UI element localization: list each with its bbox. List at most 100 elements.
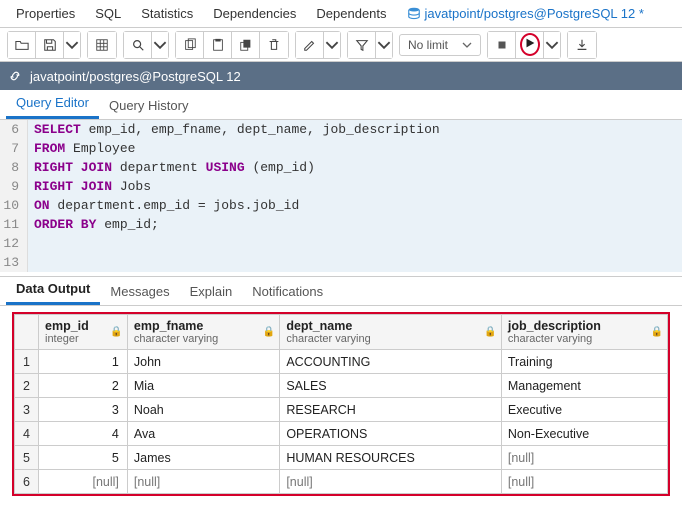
grid-button[interactable] (88, 32, 116, 58)
cell[interactable]: John (127, 350, 279, 374)
tab-dependencies[interactable]: Dependencies (203, 1, 306, 26)
column-header[interactable]: job_descriptioncharacter varying🔒 (501, 315, 667, 350)
table-row[interactable]: 22MiaSALESManagement (15, 374, 668, 398)
chevron-down-icon (153, 38, 167, 52)
row-number: 6 (15, 470, 39, 494)
code-line[interactable]: RIGHT JOIN department USING (emp_id) (28, 158, 315, 177)
cell[interactable]: [null] (39, 470, 128, 494)
duplicate-button[interactable] (232, 32, 260, 58)
save-dropdown[interactable] (64, 32, 80, 58)
duplicate-icon (239, 38, 253, 52)
cell[interactable]: 2 (39, 374, 128, 398)
tab-query-history[interactable]: Query History (99, 92, 198, 119)
copy-button[interactable] (176, 32, 204, 58)
cell[interactable]: Ava (127, 422, 279, 446)
line-number: 7 (0, 139, 28, 158)
cell[interactable]: Training (501, 350, 667, 374)
editor-tabs: Query Editor Query History (0, 90, 682, 120)
execute-dropdown[interactable] (544, 32, 560, 58)
cell[interactable]: [null] (127, 470, 279, 494)
row-number: 1 (15, 350, 39, 374)
tab-data-output[interactable]: Data Output (6, 275, 100, 305)
line-number: 6 (0, 120, 28, 139)
table-row[interactable]: 55JamesHUMAN RESOURCES[null] (15, 446, 668, 470)
result-table[interactable]: emp_idinteger🔒emp_fnamecharacter varying… (14, 314, 668, 494)
cell[interactable]: [null] (280, 470, 502, 494)
cell[interactable]: Non-Executive (501, 422, 667, 446)
save-icon (43, 38, 57, 52)
toolbar: No limit (0, 28, 682, 62)
folder-open-icon (15, 38, 29, 52)
cell[interactable]: [null] (501, 470, 667, 494)
column-header[interactable]: emp_idinteger🔒 (39, 315, 128, 350)
cell[interactable]: Executive (501, 398, 667, 422)
code-line[interactable]: ORDER BY emp_id; (28, 215, 159, 234)
tab-messages[interactable]: Messages (100, 278, 179, 305)
stop-button[interactable] (488, 32, 516, 58)
open-file-button[interactable] (8, 32, 36, 58)
filter-button[interactable] (348, 32, 376, 58)
table-row[interactable]: 6[null][null][null][null] (15, 470, 668, 494)
delete-button[interactable] (260, 32, 288, 58)
column-header[interactable]: dept_namecharacter varying🔒 (280, 315, 502, 350)
cell[interactable]: Management (501, 374, 667, 398)
stop-icon (495, 38, 509, 52)
execute-button[interactable] (516, 32, 544, 58)
connection-label: javatpoint/postgres@PostgreSQL 12 (30, 69, 241, 84)
table-row[interactable]: 44AvaOPERATIONSNon-Executive (15, 422, 668, 446)
tab-properties[interactable]: Properties (6, 1, 85, 26)
chevron-down-icon (545, 38, 559, 52)
cell[interactable]: OPERATIONS (280, 422, 502, 446)
cell[interactable]: Mia (127, 374, 279, 398)
line-number: 12 (0, 234, 28, 253)
edit-dropdown[interactable] (324, 32, 340, 58)
code-line[interactable]: ON department.emp_id = jobs.job_id (28, 196, 299, 215)
row-number-header (15, 315, 39, 350)
cell[interactable]: 3 (39, 398, 128, 422)
cell[interactable]: ACCOUNTING (280, 350, 502, 374)
code-line[interactable] (28, 253, 34, 272)
tab-dependents[interactable]: Dependents (306, 1, 396, 26)
edit-button[interactable] (296, 32, 324, 58)
cell[interactable]: 5 (39, 446, 128, 470)
chevron-down-icon (377, 38, 391, 52)
tab-sql[interactable]: SQL (85, 1, 131, 26)
play-icon (523, 36, 537, 50)
link-icon (8, 69, 22, 83)
code-line[interactable] (28, 234, 34, 253)
tab-connection[interactable]: javatpoint/postgres@PostgreSQL 12 * (397, 1, 654, 26)
chevron-down-icon (325, 38, 339, 52)
pencil-icon (303, 38, 317, 52)
code-line[interactable]: FROM Employee (28, 139, 135, 158)
cell[interactable]: HUMAN RESOURCES (280, 446, 502, 470)
download-icon (575, 38, 589, 52)
tab-query-editor[interactable]: Query Editor (6, 89, 99, 119)
save-button[interactable] (36, 32, 64, 58)
cell[interactable]: 4 (39, 422, 128, 446)
chevron-down-icon (65, 38, 79, 52)
top-tabs: Properties SQL Statistics Dependencies D… (0, 0, 682, 28)
table-row[interactable]: 33NoahRESEARCHExecutive (15, 398, 668, 422)
paste-button[interactable] (204, 32, 232, 58)
filter-dropdown[interactable] (376, 32, 392, 58)
limit-select[interactable]: No limit (399, 34, 481, 56)
cell[interactable]: James (127, 446, 279, 470)
tab-statistics[interactable]: Statistics (131, 1, 203, 26)
cell[interactable]: Noah (127, 398, 279, 422)
tab-explain[interactable]: Explain (180, 278, 243, 305)
cell[interactable]: SALES (280, 374, 502, 398)
download-button[interactable] (568, 32, 596, 58)
search-button[interactable] (124, 32, 152, 58)
sql-editor[interactable]: 6SELECT emp_id, emp_fname, dept_name, jo… (0, 120, 682, 272)
code-line[interactable]: SELECT emp_id, emp_fname, dept_name, job… (28, 120, 440, 139)
cell[interactable]: RESEARCH (280, 398, 502, 422)
tab-notifications[interactable]: Notifications (242, 278, 333, 305)
connection-bar: javatpoint/postgres@PostgreSQL 12 (0, 62, 682, 90)
line-number: 11 (0, 215, 28, 234)
search-dropdown[interactable] (152, 32, 168, 58)
table-row[interactable]: 11JohnACCOUNTINGTraining (15, 350, 668, 374)
cell[interactable]: [null] (501, 446, 667, 470)
code-line[interactable]: RIGHT JOIN Jobs (28, 177, 151, 196)
column-header[interactable]: emp_fnamecharacter varying🔒 (127, 315, 279, 350)
cell[interactable]: 1 (39, 350, 128, 374)
